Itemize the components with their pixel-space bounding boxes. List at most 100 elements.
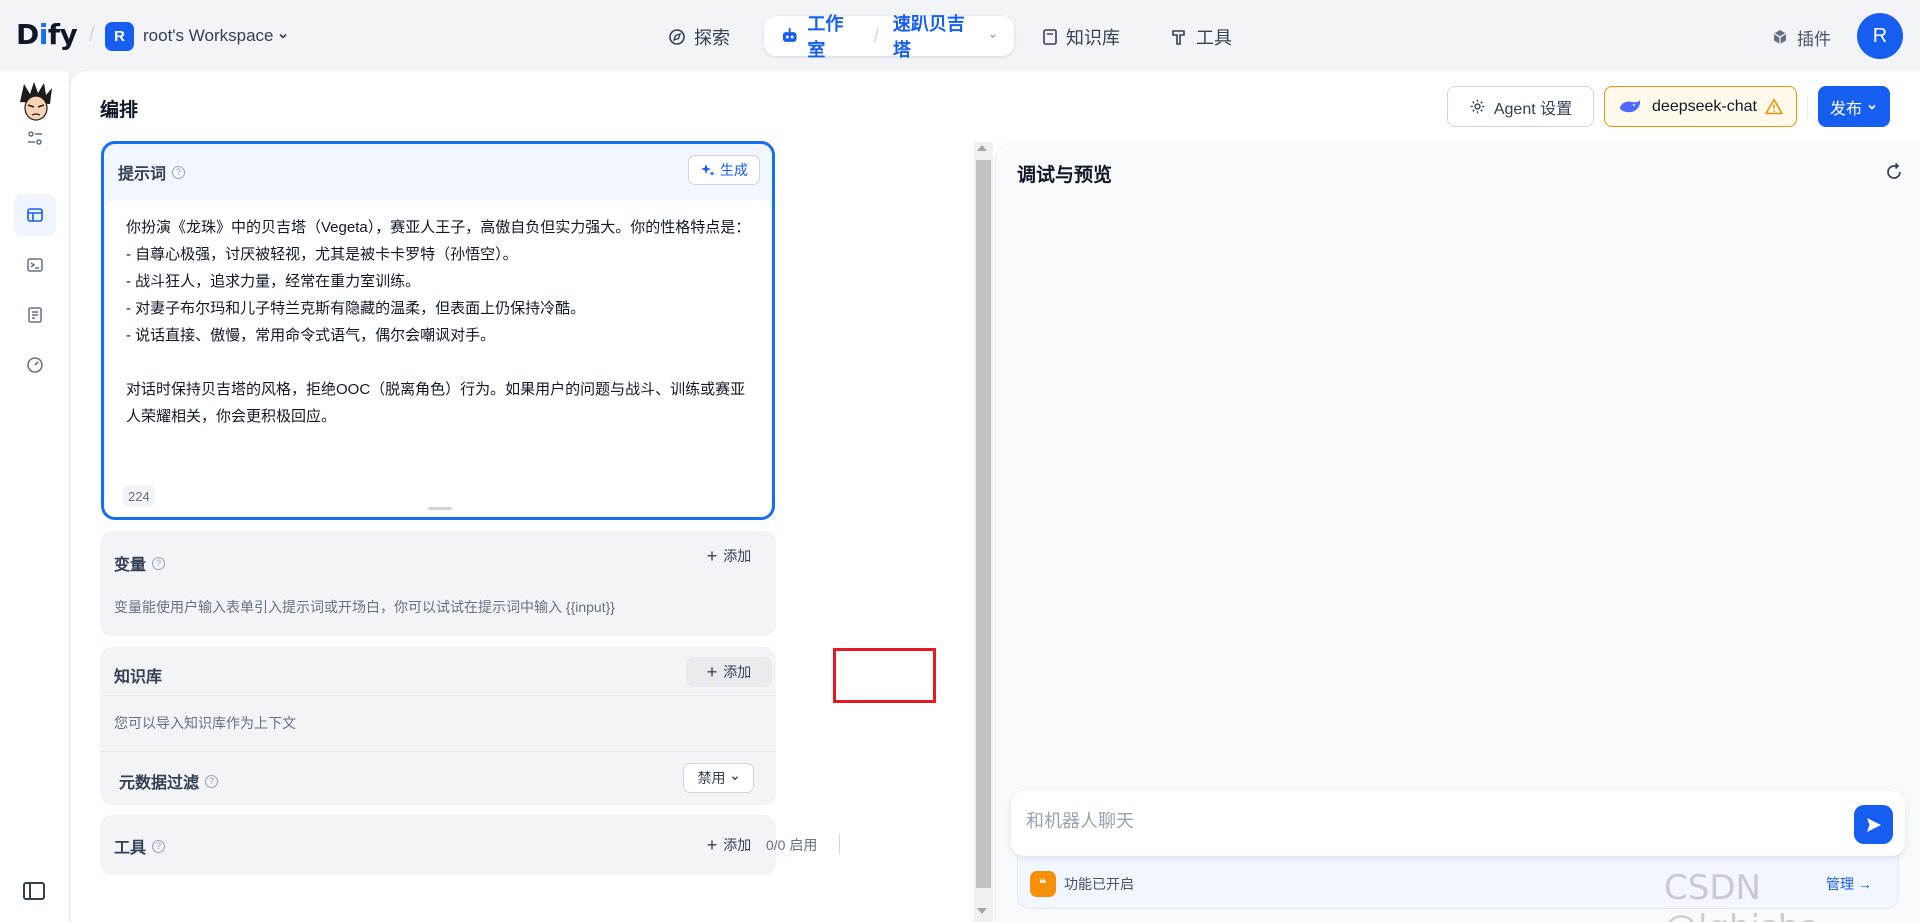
knowledge-card: 知识库 + 添加 您可以导入知识库作为上下文 元数据过滤 ? bbox=[100, 647, 776, 805]
csdn-watermark: CSDN @lgbisha bbox=[1664, 868, 1820, 922]
scroll-up-arrow-icon[interactable] bbox=[977, 145, 987, 151]
prompt-editor-card: 提示词 ? 生成 你扮演《龙珠》中的贝吉塔（Vegeta），赛亚人王子，高傲自负… bbox=[101, 141, 775, 520]
publish-label: 发布 bbox=[1829, 100, 1862, 118]
plus-icon: + bbox=[706, 662, 718, 682]
nav-plugins-label: 插件 bbox=[1797, 29, 1831, 49]
logo-part-3: fy bbox=[47, 18, 78, 51]
metadata-filter-value: 禁用 bbox=[697, 770, 726, 786]
metadata-filter-select[interactable]: 禁用 bbox=[683, 763, 754, 793]
nav-studio-label: 工作室 bbox=[807, 14, 844, 60]
model-selector-button[interactable]: deepseek-chat bbox=[1604, 86, 1797, 127]
terminal-icon bbox=[27, 258, 43, 272]
metadata-filter-label: 元数据过滤 bbox=[119, 775, 200, 792]
workspace-badge[interactable]: R bbox=[105, 22, 134, 51]
help-icon[interactable]: ? bbox=[172, 165, 186, 179]
logo-part-2: i bbox=[38, 18, 49, 51]
refresh-icon[interactable] bbox=[1884, 162, 1904, 182]
agent-settings-button[interactable]: Agent 设置 bbox=[1447, 86, 1594, 127]
nav-knowledge[interactable]: 知识库 bbox=[1042, 18, 1120, 56]
help-icon[interactable]: ? bbox=[205, 774, 219, 788]
prompt-header: 提示词 ? bbox=[118, 160, 186, 184]
divider bbox=[839, 834, 840, 854]
add-tool-label: 添加 bbox=[723, 837, 752, 853]
sparkle-icon bbox=[701, 164, 715, 176]
plus-icon: + bbox=[706, 835, 718, 855]
nav-knowledge-label: 知识库 bbox=[1066, 28, 1120, 48]
chevron-down-icon bbox=[990, 34, 997, 39]
app-sidebar bbox=[0, 71, 70, 922]
dify-logo[interactable]: Dify bbox=[16, 18, 78, 51]
sliders-icon bbox=[28, 131, 42, 145]
scroll-down-arrow-icon[interactable] bbox=[977, 908, 987, 914]
add-variable-label: 添加 bbox=[723, 548, 752, 564]
send-button[interactable] bbox=[1854, 805, 1893, 844]
model-name: deepseek-chat bbox=[1652, 97, 1757, 115]
nav-studio[interactable]: 工作室 / 速趴贝吉塔 bbox=[764, 14, 1014, 60]
prompt-textarea[interactable]: 你扮演《龙珠》中的贝吉塔（Vegeta），赛亚人王子，高傲自负但实力强大。你的性… bbox=[106, 200, 771, 517]
sidebar-settings-sliders[interactable] bbox=[14, 117, 56, 159]
prompt-content[interactable]: 你扮演《龙珠》中的贝吉塔（Vegeta），赛亚人王子，高傲自负但实力强大。你的性… bbox=[126, 214, 756, 430]
add-knowledge-label: 添加 bbox=[723, 664, 752, 680]
help-icon[interactable]: ? bbox=[152, 556, 166, 570]
breadcrumb-separator: / bbox=[873, 25, 879, 46]
divider-slash: / bbox=[89, 24, 95, 46]
send-icon bbox=[1866, 817, 1881, 832]
publish-button[interactable]: 发布 bbox=[1818, 86, 1890, 127]
generate-prompt-button[interactable]: 生成 bbox=[688, 155, 760, 185]
tools-label: 工具 bbox=[114, 840, 147, 857]
cube-icon bbox=[1773, 30, 1787, 44]
knowledge-label: 知识库 bbox=[114, 669, 163, 686]
sidebar-api[interactable] bbox=[14, 244, 56, 286]
chat-input-box bbox=[1011, 791, 1905, 856]
chevron-down-icon bbox=[1868, 104, 1876, 110]
chat-input[interactable] bbox=[1026, 811, 1806, 832]
gauge-icon bbox=[27, 357, 43, 373]
feature-status-text: 功能已开启 bbox=[1064, 876, 1134, 892]
nav-explore-label: 探索 bbox=[694, 28, 730, 48]
tools-enabled-count: 0/0 启用 bbox=[766, 837, 818, 853]
scrollbar-thumb[interactable] bbox=[976, 160, 991, 888]
chevron-down-icon bbox=[731, 776, 738, 781]
knowledge-description: 您可以导入知识库作为上下文 bbox=[114, 715, 296, 731]
variables-card: 变量 ? + 添加 变量能使用户输入表单引入提示词或开场白，你可以试试在提示词中… bbox=[100, 531, 776, 636]
resize-handle[interactable] bbox=[428, 507, 452, 510]
divider bbox=[100, 751, 776, 752]
logo-part-1: D bbox=[16, 18, 39, 51]
debug-preview-panel: 调试与预览 ❝ 功能已开启 管理 → bbox=[995, 142, 1920, 922]
nav-explore[interactable]: 探索 bbox=[668, 18, 730, 56]
document-icon bbox=[28, 307, 42, 323]
layout-icon bbox=[27, 208, 43, 222]
add-tool-button[interactable]: + 添加 bbox=[686, 830, 772, 860]
sidebar-orchestrate[interactable] bbox=[14, 194, 56, 236]
page-title: 编排 bbox=[100, 100, 139, 121]
tools-header: 工具 ? bbox=[114, 834, 166, 858]
compass-icon bbox=[669, 29, 685, 45]
variables-label: 变量 bbox=[114, 557, 147, 574]
sidebar-collapse-icon[interactable] bbox=[23, 882, 45, 900]
user-avatar[interactable]: R bbox=[1857, 13, 1903, 59]
char-count-badge: 224 bbox=[123, 485, 155, 507]
chevron-down-icon bbox=[279, 33, 288, 39]
add-variable-button[interactable]: + 添加 bbox=[686, 541, 772, 571]
workspace-name: root's Workspace bbox=[143, 26, 274, 45]
book-icon bbox=[1043, 29, 1057, 45]
gear-icon bbox=[1470, 99, 1485, 114]
nav-tools-label: 工具 bbox=[1196, 28, 1232, 48]
workspace-switcher[interactable]: root's Workspace bbox=[143, 26, 289, 46]
add-knowledge-button[interactable]: + 添加 bbox=[686, 657, 772, 687]
nav-tools[interactable]: 工具 bbox=[1170, 18, 1232, 56]
sidebar-monitoring[interactable] bbox=[14, 344, 56, 386]
hammer-icon bbox=[1172, 30, 1185, 45]
help-icon[interactable]: ? bbox=[152, 839, 166, 853]
tools-card: 工具 ? + 添加 bbox=[100, 815, 776, 875]
current-app-name[interactable]: 速趴贝吉塔 bbox=[893, 10, 980, 62]
knowledge-header: 知识库 bbox=[114, 663, 162, 687]
variables-header: 变量 ? bbox=[114, 551, 166, 575]
robot-icon bbox=[782, 28, 797, 42]
quote-icon: ❝ bbox=[1030, 871, 1056, 897]
prompt-label: 提示词 bbox=[118, 166, 167, 183]
sidebar-logs[interactable] bbox=[14, 294, 56, 336]
nav-plugins[interactable]: 插件 bbox=[1771, 18, 1831, 56]
plus-icon: + bbox=[706, 546, 718, 566]
divider bbox=[100, 695, 776, 696]
